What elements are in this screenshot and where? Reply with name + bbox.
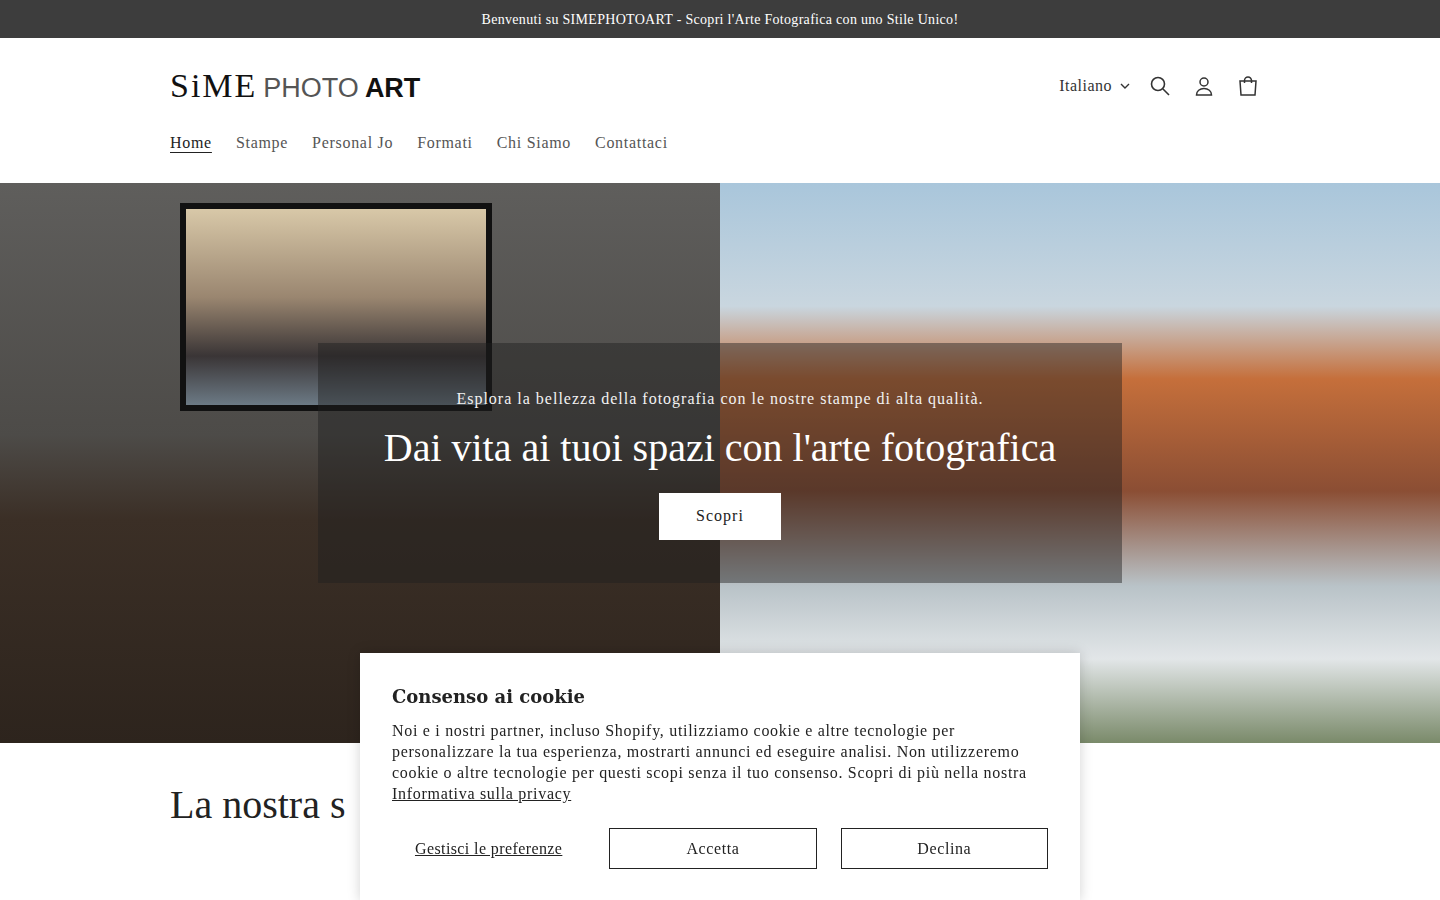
- account-button[interactable]: [1182, 64, 1226, 108]
- cart-button[interactable]: [1226, 64, 1270, 108]
- account-icon: [1193, 75, 1215, 97]
- nav-item[interactable]: Formati: [417, 127, 473, 159]
- nav-item[interactable]: Chi Siamo: [497, 127, 571, 159]
- hero-overlay: Esplora la bellezza della fotografia con…: [318, 343, 1122, 583]
- cart-icon: [1237, 75, 1259, 97]
- main-nav: Home Stampe Personal Jo Formati Chi Siamo Con…: [170, 127, 1270, 159]
- nav-item[interactable]: Stampe: [236, 127, 288, 159]
- cookie-title: Consenso ai cookie: [392, 683, 1048, 710]
- cookie-body: Noi e i nostri partner, incluso Shopify,…: [392, 722, 1027, 781]
- site-header: SiMEPHOTOART Italiano Home Stampe Personal J…: [0, 38, 1440, 183]
- search-icon: [1149, 75, 1171, 97]
- search-button[interactable]: [1138, 64, 1182, 108]
- logo-part: ART: [365, 68, 421, 109]
- logo[interactable]: SiMEPHOTOART: [170, 60, 420, 111]
- logo-part: SiME: [170, 60, 257, 111]
- hero-title: Dai vita ai tuoi spazi con l'arte fotogr…: [384, 425, 1056, 471]
- announcement-text: Benvenuti su SIMEPHOTOART - Scopri l'Art…: [482, 9, 959, 30]
- manage-preferences-button[interactable]: Gestisci le preferenze: [392, 828, 585, 869]
- discover-button[interactable]: Scopri: [659, 493, 781, 540]
- decline-button[interactable]: Declina: [841, 828, 1048, 869]
- cookie-text: Noi e i nostri partner, incluso Shopify,…: [392, 720, 1048, 804]
- privacy-link[interactable]: Informativa sulla privacy: [392, 785, 571, 802]
- nav-item[interactable]: Personal Jo: [312, 127, 393, 159]
- nav-item[interactable]: Home: [170, 127, 212, 159]
- hero-subtitle: Esplora la bellezza della fotografia con…: [456, 387, 983, 411]
- chevron-down-icon: [1120, 81, 1130, 91]
- cookie-dialog: Consenso ai cookie Noi e i nostri partner…: [360, 653, 1080, 900]
- language-selector[interactable]: Italiano: [1059, 74, 1130, 98]
- accept-button[interactable]: Accetta: [609, 828, 816, 869]
- language-label: Italiano: [1059, 74, 1112, 98]
- logo-part: PHOTO: [263, 68, 359, 109]
- nav-item[interactable]: Contattaci: [595, 127, 668, 159]
- announcement-bar: Benvenuti su SIMEPHOTOART - Scopri l'Art…: [0, 0, 1440, 38]
